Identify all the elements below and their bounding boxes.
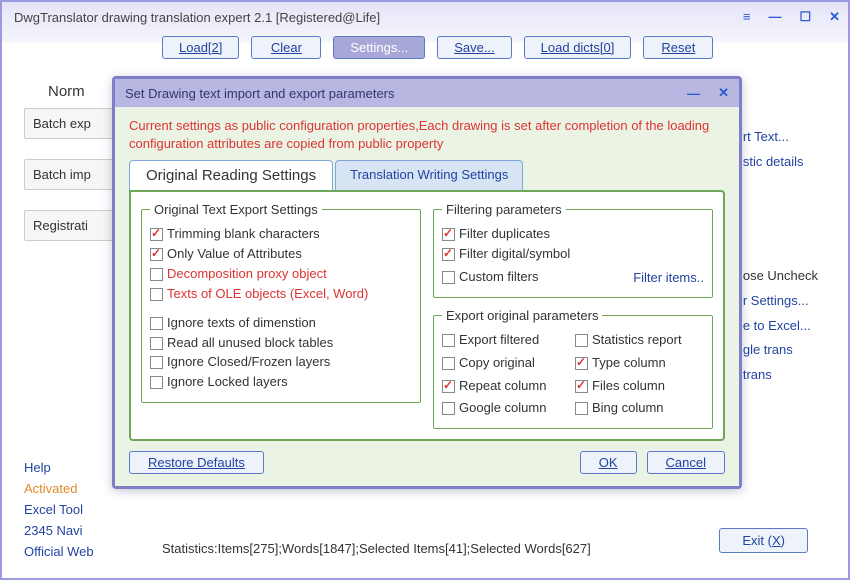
chk-only-value[interactable]: Only Value of Attributes — [150, 246, 412, 263]
tab-writing[interactable]: Translation Writing Settings — [335, 160, 523, 190]
chk-files-column[interactable]: Files column — [575, 378, 704, 395]
official-web-link[interactable]: Official Web — [24, 544, 94, 559]
load-dicts-button[interactable]: Load dicts[0] — [524, 36, 632, 59]
legend-params: Export original parameters — [442, 308, 602, 323]
chk-ignore-dimension[interactable]: Ignore texts of dimenstion — [150, 315, 412, 332]
toolbar: Load[2] Clear Settings... Save... Load d… — [2, 32, 848, 63]
chk-custom-filters[interactable]: Custom filters — [442, 269, 633, 286]
statistics-line: Statistics:Items[275];Words[1847];Select… — [162, 541, 591, 556]
dialog-warning: Current settings as public configuration… — [129, 117, 725, 152]
load-button[interactable]: Load[2] — [162, 36, 239, 59]
maximize-icon[interactable]: ☐ — [799, 9, 811, 25]
legend-filter: Filtering parameters — [442, 202, 566, 217]
chk-statistics[interactable]: Statistics report — [575, 332, 704, 349]
chk-export-filtered[interactable]: Export filtered — [442, 332, 571, 349]
restore-defaults-button[interactable]: Restore Defaults — [129, 451, 264, 474]
frag-r-settings[interactable]: r Settings... — [743, 289, 818, 314]
frag-rt-text[interactable]: rt Text... — [743, 125, 818, 150]
chk-ignore-closed[interactable]: Ignore Closed/Frozen layers — [150, 354, 412, 371]
dialog-minimize-icon[interactable]: — — [687, 86, 700, 101]
settings-button[interactable]: Settings... — [333, 36, 425, 59]
dialog-close-icon[interactable]: ✕ — [718, 85, 729, 101]
ok-button[interactable]: OK — [580, 451, 637, 474]
frag-gle[interactable]: gle trans — [743, 338, 818, 363]
close-icon[interactable]: ✕ — [829, 9, 840, 25]
chk-google-column[interactable]: Google column — [442, 400, 571, 417]
window-controls: ≡ — ☐ ✕ — [743, 9, 840, 25]
group-filtering: Filtering parameters Filter duplicates F… — [433, 202, 713, 298]
frag-ose: ose Uncheck — [743, 264, 818, 289]
window-title: DwgTranslator drawing translation expert… — [10, 10, 743, 25]
chk-trimming[interactable]: Trimming blank characters — [150, 226, 412, 243]
minimize-icon[interactable]: — — [768, 9, 781, 25]
navi-link[interactable]: 2345 Navi — [24, 523, 94, 538]
save-button[interactable]: Save... — [437, 36, 511, 59]
right-fragments: rt Text... stic details ose Uncheck r Se… — [743, 125, 818, 388]
menu-icon[interactable]: ≡ — [743, 9, 751, 25]
tab-reading[interactable]: Original Reading Settings — [129, 160, 333, 190]
filter-items-link[interactable]: Filter items.. — [633, 270, 704, 285]
frag-trans[interactable]: trans — [743, 363, 818, 388]
help-link[interactable]: Help — [24, 460, 94, 475]
frag-stic[interactable]: stic details — [743, 150, 818, 175]
reset-button[interactable]: Reset — [643, 36, 713, 59]
chk-filter-digital[interactable]: Filter digital/symbol — [442, 246, 704, 263]
chk-bing-column[interactable]: Bing column — [575, 400, 704, 417]
dialog-footer: Restore Defaults OK Cancel — [129, 441, 725, 474]
panel-right-col: Filtering parameters Filter duplicates F… — [433, 202, 713, 429]
chk-type-column[interactable]: Type column — [575, 355, 704, 372]
panel-left-col: Original Text Export Settings Trimming b… — [141, 202, 421, 429]
main-window: DwgTranslator drawing translation expert… — [0, 0, 850, 580]
footer-links: Help Activated Excel Tool 2345 Navi Offi… — [24, 460, 94, 565]
chk-ole-texts[interactable]: Texts of OLE objects (Excel, Word) — [150, 286, 412, 303]
group-export-params: Export original parameters Export filter… — [433, 308, 713, 430]
cancel-button[interactable]: Cancel — [647, 451, 725, 474]
chk-copy-original[interactable]: Copy original — [442, 355, 571, 372]
group-export-settings: Original Text Export Settings Trimming b… — [141, 202, 421, 403]
chk-filter-dup[interactable]: Filter duplicates — [442, 226, 704, 243]
chk-read-unused[interactable]: Read all unused block tables — [150, 335, 412, 352]
titlebar: DwgTranslator drawing translation expert… — [2, 2, 848, 32]
dialog-panel: Original Text Export Settings Trimming b… — [129, 190, 725, 441]
settings-dialog: Set Drawing text import and export param… — [112, 76, 742, 489]
exit-button[interactable]: Exit (X) — [719, 528, 808, 553]
dialog-titlebar: Set Drawing text import and export param… — [115, 79, 739, 107]
dialog-body: Current settings as public configuration… — [115, 107, 739, 486]
dialog-tabs: Original Reading Settings Translation Wr… — [129, 160, 725, 190]
chk-decomposition[interactable]: Decomposition proxy object — [150, 266, 412, 283]
clear-button[interactable]: Clear — [251, 36, 321, 59]
frag-e-excel[interactable]: e to Excel... — [743, 314, 818, 339]
chk-repeat-column[interactable]: Repeat column — [442, 378, 571, 395]
chk-ignore-locked[interactable]: Ignore Locked layers — [150, 374, 412, 391]
activated-link[interactable]: Activated — [24, 481, 94, 496]
excel-tool-link[interactable]: Excel Tool — [24, 502, 94, 517]
dialog-title: Set Drawing text import and export param… — [125, 86, 669, 101]
legend-export: Original Text Export Settings — [150, 202, 322, 217]
